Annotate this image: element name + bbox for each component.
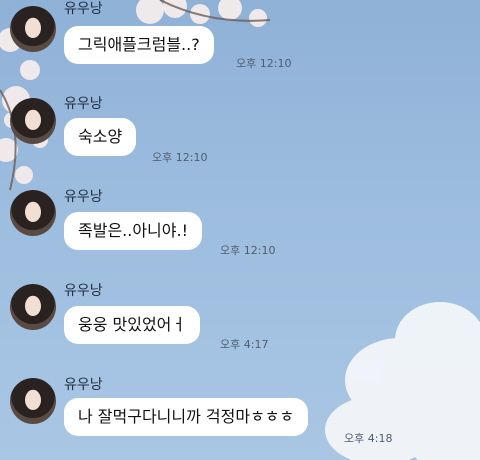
sender-name: 유우낭 xyxy=(64,1,103,17)
avatar[interactable] xyxy=(10,6,56,52)
avatar[interactable] xyxy=(10,98,56,144)
message-bubble[interactable]: 숙소양 xyxy=(64,118,137,156)
sender-name: 유우낭 xyxy=(64,189,103,205)
timestamp: 오후 4:17 xyxy=(220,338,269,351)
message-bubble[interactable]: 웅웅 맛있었어ㅓ xyxy=(64,306,201,344)
timestamp: 오후 4:18 xyxy=(344,432,393,445)
avatar[interactable] xyxy=(10,378,56,424)
timestamp: 오후 12:10 xyxy=(152,151,208,164)
avatar[interactable] xyxy=(10,190,56,236)
message-bubble[interactable]: 나 잘먹구다니니까 걱정마ㅎㅎㅎ xyxy=(64,398,309,436)
sender-name: 유우낭 xyxy=(64,96,103,112)
timestamp: 오후 12:10 xyxy=(236,57,292,70)
avatar[interactable] xyxy=(10,284,56,330)
sender-name: 유우낭 xyxy=(64,283,103,299)
message-bubble[interactable]: 그릭애플크럼블..? xyxy=(64,26,214,64)
sender-name: 유우낭 xyxy=(64,377,103,393)
timestamp: 오후 12:10 xyxy=(220,244,276,257)
message-bubble[interactable]: 족발은..아니야.! xyxy=(64,212,202,250)
